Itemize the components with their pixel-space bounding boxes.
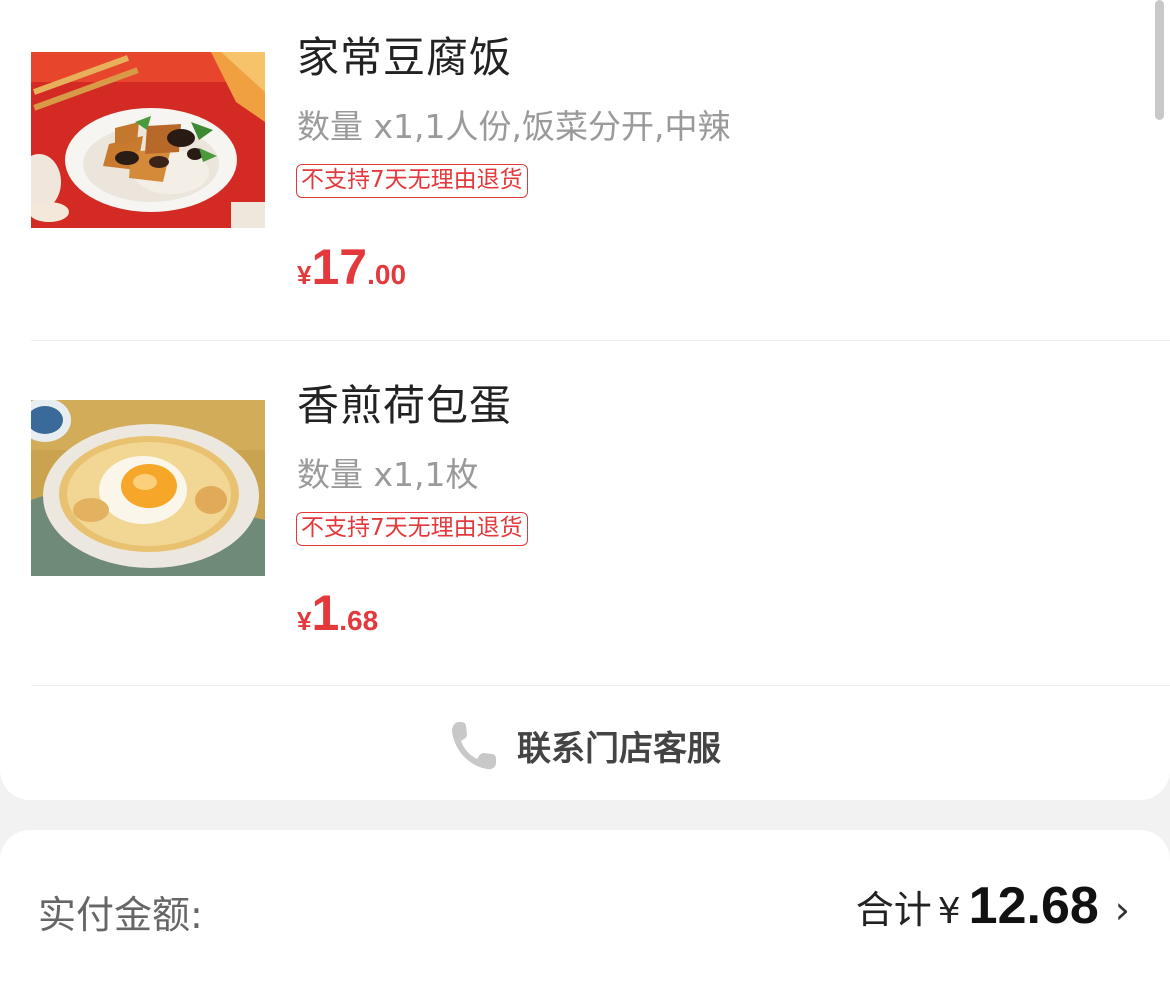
payment-summary-card: 实付金额: 合计 ¥ 12.68 › [0, 830, 1170, 990]
no-return-badge: 不支持7天无理由退货 [296, 512, 528, 546]
price-decimal: .68 [339, 605, 379, 636]
phone-icon [449, 718, 499, 772]
price-currency: ¥ [297, 606, 312, 636]
fried-egg-image [31, 400, 265, 576]
tofu-rice-dish-image [31, 52, 265, 228]
item-price: ¥1.68 [297, 584, 378, 642]
contact-store-service-button[interactable]: 联系门店客服 [0, 700, 1170, 790]
paid-amount-label: 实付金额: [38, 893, 203, 937]
price-currency: ¥ [297, 260, 312, 290]
order-item[interactable]: 家常豆腐饭 数量 x1,1人份,饭菜分开,中辣 不支持7天无理由退货 ¥17.0… [0, 0, 1170, 340]
order-item[interactable]: 香煎荷包蛋 数量 x1,1枚 不支持7天无理由退货 [0, 340, 1170, 685]
total-label: 合计 [855, 888, 932, 932]
currency-symbol: ¥ [937, 891, 961, 932]
contact-label: 联系门店客服 [517, 728, 721, 769]
chevron-right-icon[interactable]: › [1115, 888, 1130, 932]
divider [31, 685, 1170, 686]
item-price: ¥17.00 [297, 238, 406, 296]
item-name: 家常豆腐饭 [297, 33, 513, 82]
order-items-card: 家常豆腐饭 数量 x1,1人份,饭菜分开,中辣 不支持7天无理由退货 ¥17.0… [0, 0, 1170, 800]
price-integer: 17 [311, 239, 368, 295]
price-decimal: .00 [367, 259, 407, 290]
total-value: 12.68 [968, 877, 1099, 935]
price-integer: 1 [311, 585, 340, 641]
item-spec: 数量 x1,1人份,饭菜分开,中辣 [297, 107, 731, 146]
total-amount[interactable]: 合计 ¥ 12.68 › [856, 876, 1130, 936]
no-return-badge: 不支持7天无理由退货 [296, 164, 528, 198]
item-spec: 数量 x1,1枚 [297, 455, 479, 494]
item-name: 香煎荷包蛋 [297, 381, 513, 430]
